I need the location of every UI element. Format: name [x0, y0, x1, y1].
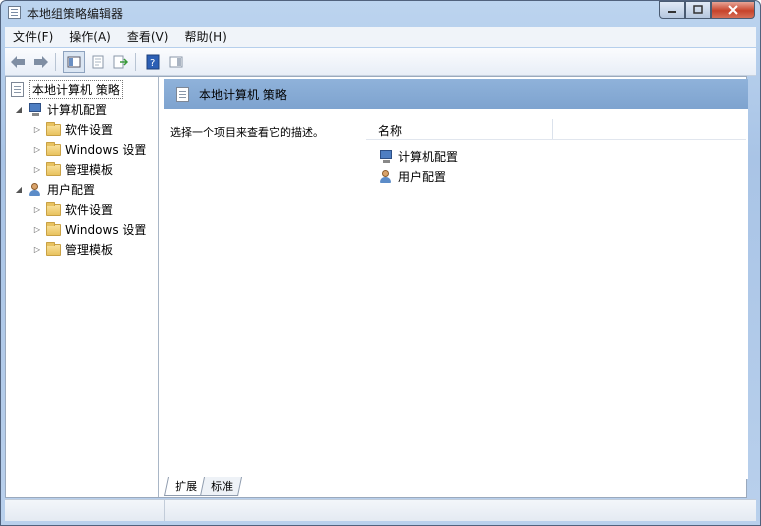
collapsed-icon[interactable]: ▷ — [32, 165, 42, 174]
menu-help[interactable]: 帮助(H) — [176, 27, 234, 47]
folder-icon — [46, 241, 61, 256]
folder-icon — [46, 161, 61, 176]
user-icon — [27, 182, 43, 197]
column-header-name[interactable]: 名称 — [366, 119, 746, 140]
tree-item-label: 管理模板 — [65, 163, 114, 177]
computer-icon — [378, 149, 394, 164]
tab-label: 扩展 — [175, 480, 198, 493]
tab-standard[interactable]: 标准 — [199, 477, 243, 496]
tree-item-user[interactable]: ◢ 用户配置 — [14, 180, 95, 199]
tree-item-computer[interactable]: ◢ 计算机配置 — [14, 100, 107, 119]
svg-text:?: ? — [150, 58, 155, 69]
list-item[interactable]: 用户配置 — [378, 167, 446, 186]
window-controls — [659, 1, 755, 19]
properties-button[interactable] — [88, 52, 108, 72]
tree-pane: 本地计算机 策略 ◢ 计算机配置 ▷ 软件设置 ▷ Windows 设置 ▷ 管… — [6, 77, 159, 497]
tree-item-label: Windows 设置 — [65, 223, 147, 237]
tree-item-label: Windows 设置 — [65, 143, 147, 157]
details-pane: 本地计算机 策略 选择一个项目来查看它的描述。 名称 计算机配置 用户配置 扩展 — [163, 77, 748, 497]
tab-label: 标准 — [211, 480, 234, 493]
tree-item-label: 软件设置 — [65, 203, 114, 217]
show-hide-tree-button[interactable] — [63, 50, 85, 73]
column-divider[interactable] — [552, 119, 553, 139]
collapsed-icon[interactable]: ▷ — [32, 225, 42, 234]
show-action-pane-icon — [169, 56, 183, 67]
toolbar-separator — [55, 52, 56, 71]
collapsed-icon[interactable]: ▷ — [32, 205, 42, 214]
list-item-label: 用户配置 — [398, 170, 447, 184]
expanded-icon[interactable]: ◢ — [14, 185, 24, 194]
folder-icon — [46, 201, 61, 216]
menu-view[interactable]: 查看(V) — [119, 27, 177, 47]
tree-item-label: 软件设置 — [65, 123, 114, 137]
tree-item-label: 计算机配置 — [47, 103, 108, 117]
item-list: 名称 计算机配置 用户配置 — [366, 109, 748, 479]
list-item-label: 计算机配置 — [398, 150, 459, 164]
expanded-icon[interactable]: ◢ — [14, 105, 24, 114]
window-title: 本地组策略编辑器 — [27, 7, 124, 21]
tree-item-root[interactable]: 本地计算机 策略 — [8, 80, 123, 99]
show-hide-tree-icon — [67, 56, 81, 67]
back-button[interactable] — [8, 52, 28, 72]
status-divider — [164, 500, 165, 521]
forward-arrow-icon — [34, 55, 48, 68]
toolbar: ? — [5, 48, 756, 76]
list-item[interactable]: 计算机配置 — [378, 147, 458, 166]
folder-icon — [46, 221, 61, 236]
tree-item-software-settings[interactable]: ▷ 软件设置 — [32, 200, 113, 219]
description-text: 选择一个项目来查看它的描述。 — [170, 126, 324, 139]
minimize-button[interactable] — [659, 1, 685, 19]
policy-icon — [11, 82, 24, 97]
tree-item-label: 本地计算机 策略 — [29, 80, 123, 99]
tree-item-label: 管理模板 — [65, 243, 114, 257]
folder-icon — [46, 141, 61, 156]
collapsed-icon[interactable]: ▷ — [32, 125, 42, 134]
details-header-title: 本地计算机 策略 — [199, 87, 287, 102]
app-icon — [8, 6, 21, 19]
toolbar-separator — [135, 52, 136, 71]
forward-button[interactable] — [31, 52, 51, 72]
menu-bar: 文件(F) 操作(A) 查看(V) 帮助(H) — [5, 27, 756, 47]
computer-icon — [27, 102, 43, 117]
view-tabs: 扩展 标准 — [163, 477, 243, 496]
status-bar — [5, 499, 756, 521]
collapsed-icon[interactable]: ▷ — [32, 245, 42, 254]
folder-icon — [46, 121, 61, 136]
close-icon — [728, 5, 738, 15]
minimize-icon — [668, 11, 676, 13]
close-button[interactable] — [711, 1, 755, 19]
back-arrow-icon — [11, 55, 25, 68]
menu-file[interactable]: 文件(F) — [5, 27, 61, 47]
show-action-pane-button[interactable] — [166, 52, 186, 72]
properties-icon — [92, 55, 104, 68]
title-bar[interactable]: 本地组策略编辑器 — [1, 1, 760, 25]
collapsed-icon[interactable]: ▷ — [32, 145, 42, 154]
column-header-label: 名称 — [378, 124, 403, 138]
export-list-button[interactable] — [111, 52, 131, 72]
tree-item-admin-templates[interactable]: ▷ 管理模板 — [32, 240, 113, 259]
menu-action[interactable]: 操作(A) — [61, 27, 119, 47]
policy-icon — [176, 86, 189, 102]
help-button[interactable]: ? — [143, 52, 163, 72]
export-list-icon — [113, 55, 129, 68]
maximize-button[interactable] — [685, 1, 711, 19]
window: 本地组策略编辑器 文件(F) 操作(A) 查看(V) 帮助(H) ? 本地计算机… — [0, 0, 761, 526]
tree-item-admin-templates[interactable]: ▷ 管理模板 — [32, 160, 113, 179]
main-area: 本地计算机 策略 ◢ 计算机配置 ▷ 软件设置 ▷ Windows 设置 ▷ 管… — [5, 76, 748, 498]
details-header: 本地计算机 策略 — [164, 79, 748, 109]
tree-item-software-settings[interactable]: ▷ 软件设置 — [32, 120, 113, 139]
tree-item-label: 用户配置 — [47, 183, 96, 197]
maximize-icon — [693, 5, 703, 14]
tree-item-windows-settings[interactable]: ▷ Windows 设置 — [32, 220, 146, 239]
help-icon: ? — [146, 54, 160, 69]
user-icon — [378, 169, 394, 184]
tree-item-windows-settings[interactable]: ▷ Windows 设置 — [32, 140, 146, 159]
